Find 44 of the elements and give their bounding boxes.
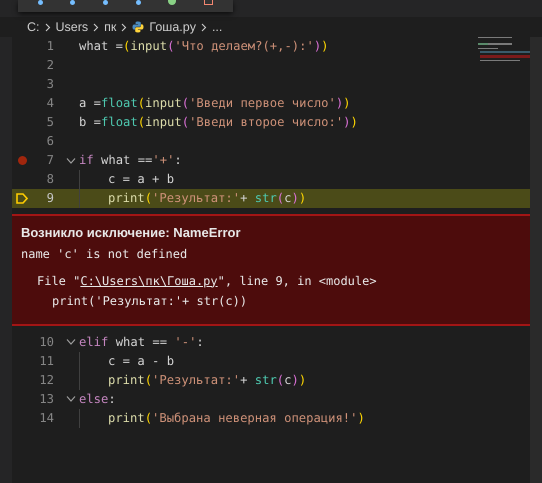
fold-chevron-icon[interactable]: [66, 339, 76, 345]
code-line: else:: [79, 390, 116, 408]
code-line: elif what == '-':: [79, 334, 204, 351]
breadcrumb-item[interactable]: пк: [104, 18, 116, 36]
code-line: b =float(input('Введи второе число:')): [79, 114, 358, 132]
line-number: 14: [38, 410, 54, 427]
line-number: 6: [46, 133, 54, 150]
breadcrumb-item[interactable]: Гоша.py: [149, 18, 196, 36]
exception-message: name 'c' is not defined: [21, 246, 188, 262]
code-line: c = a + b: [108, 171, 174, 188]
line-number: 3: [46, 76, 54, 94]
line-number: 1: [46, 38, 54, 56]
line-number: 11: [38, 352, 54, 370]
line-number: 8: [46, 171, 54, 188]
stack-trace-code: print('Результат:'+ str(c)): [51, 292, 248, 310]
code-line: print('Результат:'+ str(c)): [108, 190, 306, 208]
breadcrumb-item[interactable]: Users: [56, 18, 88, 36]
scrollbar-thumb[interactable]: [530, 37, 542, 483]
chevron-right-icon: [121, 22, 128, 32]
breadcrumb-item[interactable]: ...: [212, 18, 222, 36]
code-line: what =(input('Что делаем?(+,-):')): [79, 38, 329, 56]
line-number: 10: [38, 334, 54, 351]
line-number: 4: [46, 95, 54, 112]
file-path-link[interactable]: C:\Users\пк\Гоша.py: [80, 274, 218, 288]
line-number: 12: [38, 372, 54, 389]
chevron-right-icon: [93, 22, 100, 32]
chevron-right-icon: [200, 22, 207, 32]
code-line: a =float(input('Введи первое число')): [79, 95, 351, 112]
line-number: 13: [38, 390, 54, 408]
code-line: print('Выбрана неверная операция!'): [108, 410, 365, 427]
code-line: if what =='+':: [79, 152, 182, 170]
line-number: 9: [46, 190, 54, 208]
fold-chevron-icon[interactable]: [66, 396, 76, 402]
line-number: 5: [46, 114, 54, 132]
line-number: 2: [46, 57, 54, 74]
exception-title: Возникло исключение: NameError: [21, 224, 242, 242]
python-file-icon: [132, 21, 144, 33]
code-line: print('Результат:'+ str(c)): [108, 372, 306, 389]
code-line: c = a - b: [108, 352, 174, 370]
line-number: 7: [46, 152, 54, 170]
chevron-right-icon: [44, 22, 50, 32]
fold-chevron-icon[interactable]: [66, 158, 76, 164]
current-line-arrow-icon: [16, 193, 28, 204]
breadcrumb-item[interactable]: C:: [27, 18, 40, 36]
